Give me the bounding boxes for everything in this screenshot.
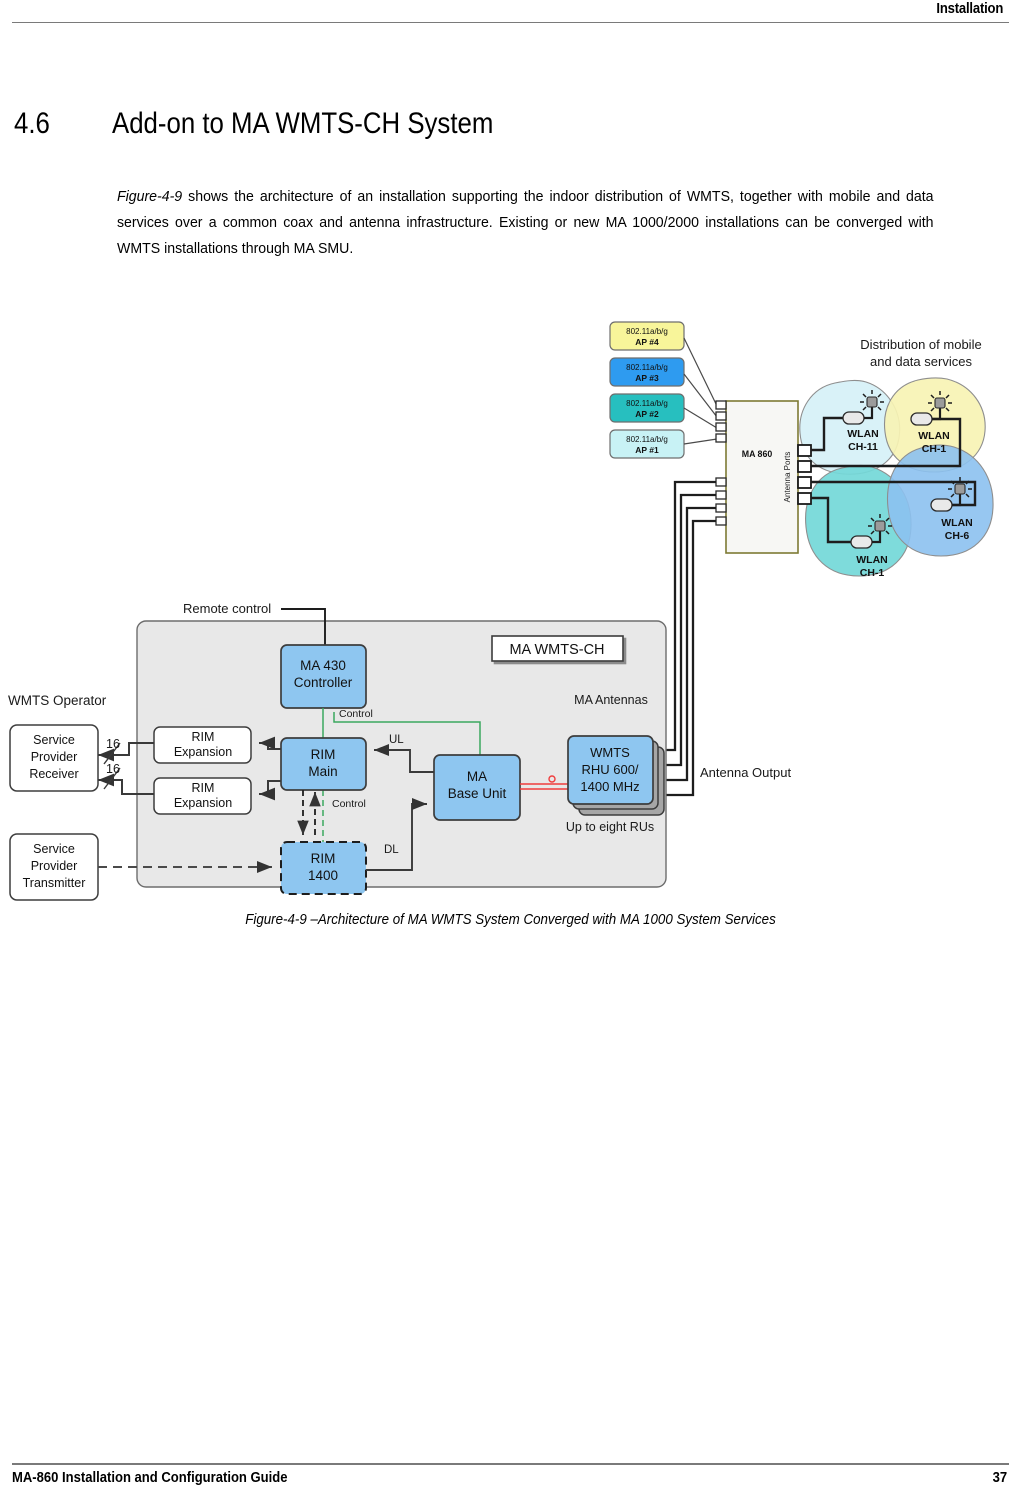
rhu-line3: 1400 MHz [580, 779, 639, 794]
figure-caption: Figure-4-9 –Architecture of MA WMTS Syst… [245, 912, 776, 928]
rim-1400: RIM 1400 [280, 841, 367, 895]
ma-antennas-label: MA Antennas [574, 693, 648, 707]
ap-to-hub-links [683, 337, 718, 445]
hub-input-ports-top [715, 400, 727, 443]
wlan-ch1-teal-label2: CH-1 [860, 567, 885, 579]
access-point-3: 802.11a/b/g AP #3 [609, 357, 685, 387]
service-provider-transmitter: Service Provider Transmitter [9, 833, 99, 901]
ap4-id: AP #4 [635, 337, 659, 347]
antenna-output-trunk [661, 480, 716, 797]
rim-main-line2: Main [308, 764, 337, 779]
wlan-ch1-teal-label1: WLAN [856, 554, 888, 566]
figure-reference: Figure-4-9 [117, 188, 183, 205]
controller-line2: Controller [294, 675, 353, 690]
ap1-standard: 802.11a/b/g [626, 435, 668, 444]
control-label-1: Control [339, 708, 373, 720]
base-unit-line2: Base Unit [448, 786, 507, 801]
page-header: Installation [0, 0, 1021, 30]
wlan-ch6-label2: CH-6 [945, 530, 970, 542]
figure-architecture-diagram: 802.11a/b/g AP #4 802.11a/b/g AP #3 802.… [0, 300, 1021, 920]
rim-main: RIM Main [280, 737, 367, 791]
ap2-standard: 802.11a/b/g [626, 399, 668, 408]
receiver-line1: Service [33, 733, 75, 747]
ma-860-hub: MA 860 Antenna Ports [715, 400, 812, 554]
transmitter-line1: Service [33, 842, 75, 856]
section-number: 4.6 [14, 107, 50, 140]
paragraph-text: shows the architecture of an installatio… [117, 188, 934, 257]
footer-guide-title: MA-860 Installation and Configuration Gu… [12, 1470, 288, 1486]
receiver-line2: Provider [31, 750, 78, 764]
hub-input-ports-bottom [715, 477, 727, 526]
rim-1400-line2: 1400 [308, 868, 338, 883]
wlan-coverage-cells [799, 377, 994, 577]
footer-divider [12, 1463, 1009, 1465]
wmts-operator-label: WMTS Operator [8, 693, 107, 708]
page-title: Add-on to MA WMTS-CH System [112, 107, 494, 140]
wlan-ch1-yellow-label1: WLAN [918, 430, 950, 442]
body-paragraph: Figure-4-9 shows the architecture of an … [117, 184, 934, 262]
receiver-line3: Receiver [29, 767, 78, 781]
base-unit-line1: MA [467, 769, 487, 784]
footer-page-number: 37 [992, 1470, 1007, 1486]
access-point-2: 802.11a/b/g AP #2 [609, 393, 685, 423]
rhu-line2: RHU 600/ [581, 762, 638, 777]
hub-antenna-ports [797, 444, 812, 505]
hub-label: MA 860 [742, 449, 773, 459]
ap2-id: AP #2 [635, 409, 659, 419]
remote-control-label: Remote control [183, 601, 271, 616]
transmitter-line3: Transmitter [23, 876, 86, 890]
ap4-standard: 802.11a/b/g [626, 327, 668, 336]
rim-1400-line1: RIM [311, 851, 336, 866]
rim-expansion-1-line2: Expansion [174, 745, 232, 759]
rhu-note: Up to eight RUs [566, 820, 654, 834]
distribution-note-line2: and data services [870, 354, 972, 369]
access-point-4: 802.11a/b/g AP #4 [609, 321, 685, 351]
dl-label: DL [384, 844, 399, 856]
wlan-ch11-label1: WLAN [847, 428, 879, 440]
wlan-ch11-label2: CH-11 [848, 441, 878, 453]
header-title: Installation [936, 1, 1003, 17]
ul-label: UL [389, 734, 404, 746]
rim-main-line1: RIM [311, 747, 336, 762]
wmts-rhu: WMTS RHU 600/ 1400 MHz [567, 735, 665, 816]
ap3-standard: 802.11a/b/g [626, 363, 668, 372]
service-provider-receiver: Service Provider Receiver [9, 724, 99, 792]
wmts-ch-title-box: MA WMTS-CH [491, 635, 624, 662]
controller-line1: MA 430 [300, 658, 346, 673]
fiber-count-1: 16 [106, 737, 120, 751]
wmts-ch-title: MA WMTS-CH [509, 642, 604, 658]
transmitter-line2: Provider [31, 859, 78, 873]
ma-430-controller: MA 430 Controller [280, 644, 367, 709]
control-label-2: Control [332, 798, 366, 810]
document-page: Installation 4.6 Add-on to MA WMTS-CH Sy… [0, 0, 1021, 1496]
distribution-note-line1: Distribution of mobile [860, 337, 981, 352]
ma-base-unit: MA Base Unit [433, 754, 521, 821]
distribution-note: Distribution of mobile and data services [860, 337, 981, 369]
access-point-1: 802.11a/b/g AP #1 [609, 429, 685, 459]
wlan-ch1-yellow-label2: CH-1 [922, 443, 947, 455]
ap1-id: AP #1 [635, 445, 659, 455]
rim-expansion-1-line1: RIM [192, 730, 215, 744]
rim-expansion-2-line1: RIM [192, 781, 215, 795]
rim-expansion-2: RIM Expansion [153, 777, 252, 815]
ap3-id: AP #3 [635, 373, 659, 383]
wlan-ch6-label1: WLAN [941, 517, 973, 529]
rim-expansion-1: RIM Expansion [153, 726, 252, 764]
antenna-output-label: Antenna Output [700, 765, 791, 780]
rim-expansion-2-line2: Expansion [174, 796, 232, 810]
hub-ports-label: Antenna Ports [783, 452, 792, 503]
header-divider [12, 22, 1009, 23]
fiber-count-2: 16 [106, 762, 120, 776]
access-point-boxes: 802.11a/b/g AP #4 802.11a/b/g AP #3 802.… [609, 321, 685, 459]
rhu-line1: WMTS [590, 745, 630, 760]
